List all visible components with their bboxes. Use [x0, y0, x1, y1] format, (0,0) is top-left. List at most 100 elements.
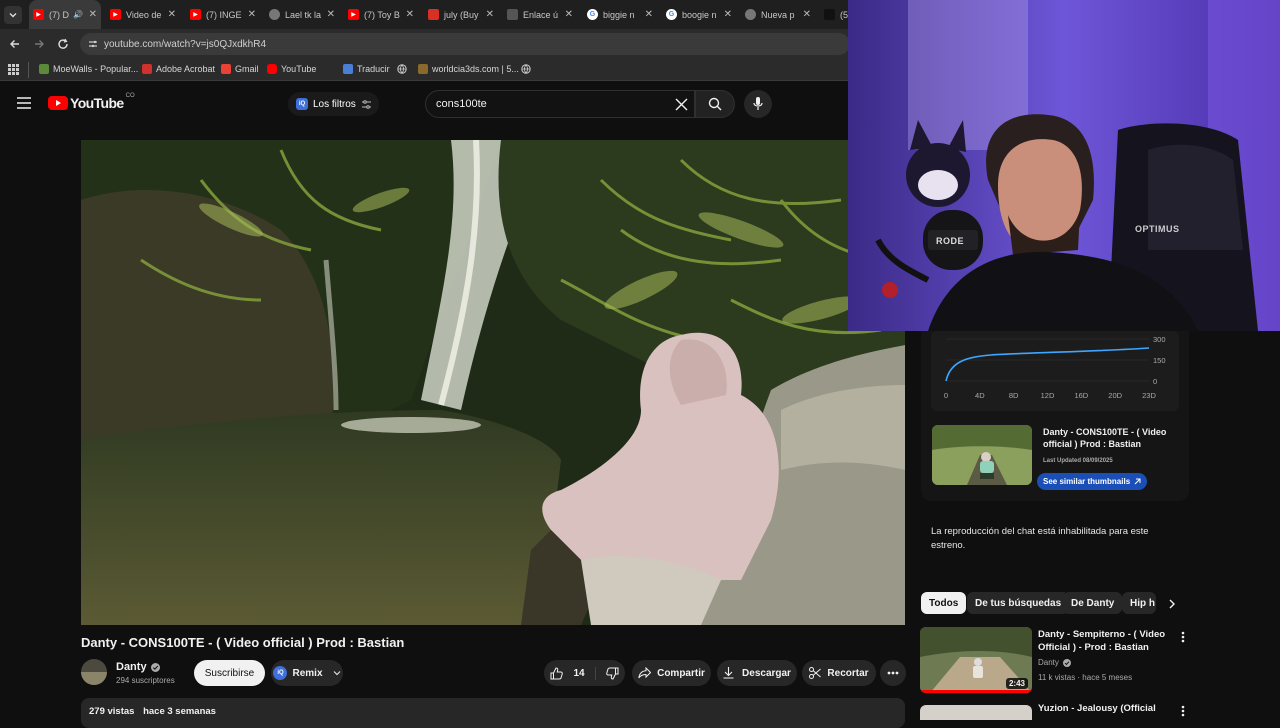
download-button[interactable]: Descargar: [717, 660, 797, 686]
bookmark-traducir[interactable]: Traducir: [343, 64, 390, 74]
search-value: cons100te: [436, 98, 487, 110]
recommendation-thumbnail[interactable]: 2:43: [920, 627, 1032, 693]
duration-badge: 2:43: [1005, 678, 1028, 689]
translate-icon: [343, 64, 353, 74]
country-code: CO: [125, 93, 135, 99]
scissors-icon: [809, 667, 822, 679]
more-actions-button[interactable]: [880, 660, 906, 686]
browser-tab[interactable]: Lael tk la ✕: [265, 0, 339, 29]
bookmark-gmail[interactable]: Gmail: [221, 64, 259, 74]
widget-thumbnail[interactable]: [932, 425, 1032, 485]
chevron-right-icon[interactable]: [1168, 599, 1176, 609]
reload-icon[interactable]: [57, 38, 69, 50]
browser-tab[interactable]: Enlace ú ✕: [503, 0, 577, 29]
channel-avatar[interactable]: [81, 659, 107, 685]
browser-tab[interactable]: ▶ (7) INGE ✕: [186, 0, 260, 29]
link-icon: [507, 9, 518, 20]
bookmark-worldcia3ds[interactable]: worldcia3ds.com | 5...: [418, 64, 519, 74]
browser-tab[interactable]: Gboogie n ✕: [662, 0, 736, 29]
last-updated-label: Last Updated 08/09/2025: [1043, 458, 1113, 464]
gmail-icon: [221, 64, 231, 74]
browser-tab[interactable]: (5: [820, 0, 850, 29]
search-icon: [708, 97, 722, 111]
browser-tab[interactable]: ▶ Video de ✕: [106, 0, 180, 29]
chip-hip-hop[interactable]: Hip h: [1122, 592, 1156, 614]
thumbs-up-icon: [550, 666, 564, 679]
share-button[interactable]: Compartir: [632, 660, 711, 686]
browser-tab-label: biggie n: [603, 9, 635, 20]
bookmark-globe-1[interactable]: [397, 64, 407, 74]
close-tab-icon[interactable]: ✕: [486, 9, 494, 20]
x-tick-label: 16D: [1074, 391, 1088, 400]
browser-tab[interactable]: july (Buy ✕: [424, 0, 498, 29]
chip-all[interactable]: Todos: [921, 592, 967, 614]
x-tick-label: 20D: [1108, 391, 1122, 400]
clear-search-icon[interactable]: [675, 98, 688, 111]
recommendation-item[interactable]: Yuzion - Jealousy (Official: [920, 701, 1190, 720]
microphone-icon: [753, 97, 763, 110]
thumbs-down-icon[interactable]: [605, 667, 619, 680]
close-tab-icon[interactable]: ✕: [724, 9, 732, 20]
back-arrow-icon[interactable]: [9, 38, 21, 50]
forward-arrow-icon[interactable]: [33, 38, 45, 50]
close-tab-icon[interactable]: ✕: [803, 9, 811, 20]
see-similar-button[interactable]: See similar thumbnails: [1037, 473, 1148, 490]
remix-button[interactable]: iQ Remix: [271, 660, 343, 686]
close-tab-icon[interactable]: ✕: [89, 9, 97, 20]
search-button[interactable]: [695, 90, 735, 118]
site-info-icon[interactable]: [88, 39, 98, 49]
external-arrow-icon: [1134, 478, 1141, 485]
subscribe-button[interactable]: Suscribirse: [194, 660, 265, 686]
close-tab-icon[interactable]: ✕: [168, 9, 176, 20]
more-vertical-icon[interactable]: [1181, 631, 1185, 643]
youtube-logo-text: YouTube: [70, 95, 124, 111]
voice-search-button[interactable]: [744, 90, 772, 118]
address-bar[interactable]: youtube.com/watch?v=js0QJxdkhR4: [80, 33, 850, 55]
chip-from-searches[interactable]: De tus búsquedas: [967, 592, 1070, 614]
video-frame-jungle-waterfall: [81, 140, 905, 625]
close-tab-icon[interactable]: ✕: [327, 9, 335, 20]
browser-tab[interactable]: Gbiggie n ✕: [583, 0, 657, 29]
streamer-webcam: RODE OPTIMUS: [848, 0, 1280, 331]
browser-tab[interactable]: Nueva p ✕: [741, 0, 815, 29]
hamburger-menu-icon[interactable]: [17, 97, 31, 109]
youtube-play-icon: [48, 96, 68, 110]
youtube-icon: ▶: [33, 9, 44, 20]
speaker-icon[interactable]: 🔊: [73, 10, 83, 19]
bookmark-youtube[interactable]: YouTube: [267, 64, 316, 74]
browser-tab-label: july (Buy: [444, 9, 479, 20]
bookmark-globe-2[interactable]: [521, 64, 531, 74]
close-tab-icon[interactable]: ✕: [565, 9, 573, 20]
close-tab-icon[interactable]: ✕: [645, 9, 653, 20]
clip-button[interactable]: Recortar: [802, 660, 876, 686]
recommendation-item[interactable]: 2:43 Danty - Sempiterno - ( Video Offici…: [920, 627, 1190, 693]
recommendation-title: Yuzion - Jealousy (Official: [1038, 703, 1156, 714]
browser-tab[interactable]: ▶ (7) D 🔊 ✕: [29, 0, 101, 29]
acrobat-icon: [142, 64, 152, 74]
close-tab-icon[interactable]: ✕: [248, 9, 256, 20]
video-player[interactable]: [81, 140, 905, 625]
recommendation-thumbnail[interactable]: [920, 705, 1032, 720]
browser-tab-label: Enlace ú: [523, 9, 559, 20]
browser-tab[interactable]: ▶ (7) Toy B ✕: [344, 0, 418, 29]
recommendation-meta: 11 k vistas · hace 5 meses: [1038, 673, 1133, 682]
search-input[interactable]: cons100te: [425, 90, 695, 118]
description-box[interactable]: 279 vistas hace 3 semanas: [81, 698, 905, 728]
tab-search-button[interactable]: [4, 6, 22, 24]
chip-from-danty[interactable]: De Danty: [1063, 592, 1123, 614]
sliders-icon: [361, 99, 371, 109]
bookmark-moewalls[interactable]: MoeWalls - Popular...: [39, 64, 138, 74]
channel-name-row[interactable]: Danty: [116, 661, 160, 673]
like-dislike-group: 14: [544, 660, 625, 686]
globe-icon: [521, 64, 531, 74]
youtube-logo[interactable]: YouTube CO: [48, 93, 135, 111]
apps-grid-icon[interactable]: [8, 64, 19, 75]
filters-button[interactable]: iQ Los filtros: [288, 92, 379, 116]
more-vertical-icon[interactable]: [1181, 705, 1185, 717]
like-button[interactable]: 14: [550, 666, 596, 680]
close-tab-icon[interactable]: ✕: [406, 9, 414, 20]
x-tick-label: 4D: [975, 391, 985, 400]
browser-tab-label: Nueva p: [761, 9, 795, 20]
bookmark-adobe-acrobat[interactable]: Adobe Acrobat: [142, 64, 215, 74]
tiktok-icon: [824, 9, 835, 20]
